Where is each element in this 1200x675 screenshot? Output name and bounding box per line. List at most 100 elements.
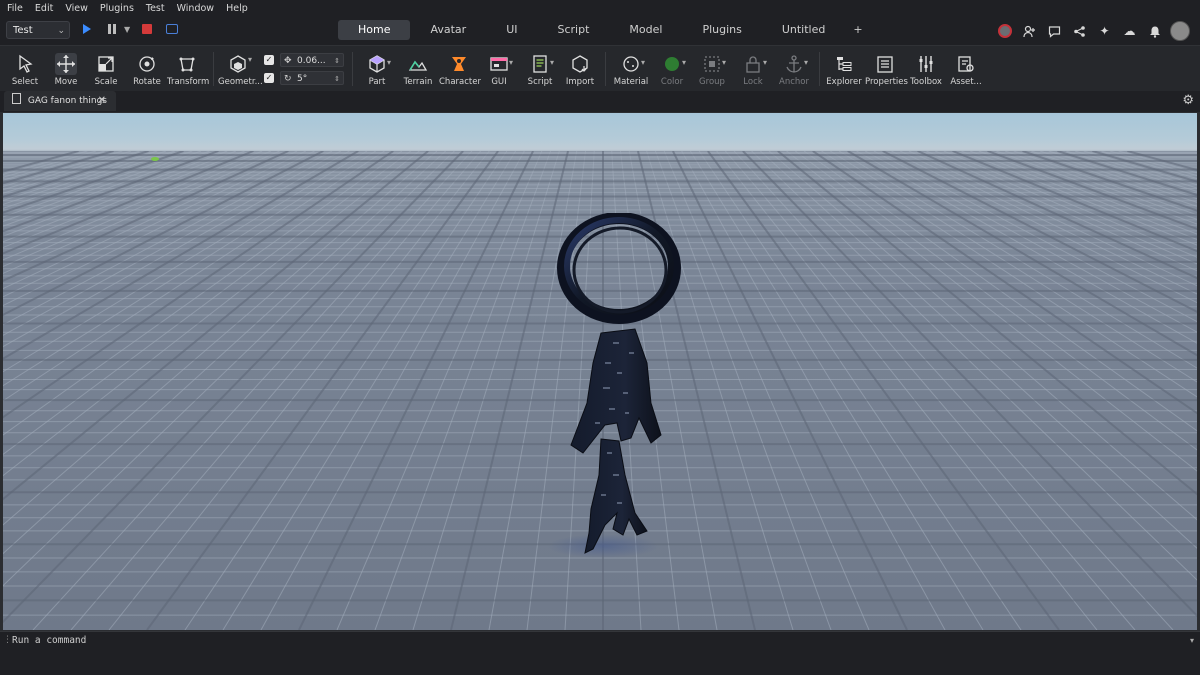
document-tab[interactable]: GAG fanon things ✕ — [4, 91, 116, 111]
tab-ui[interactable]: UI — [486, 20, 537, 40]
chevron-down-icon[interactable]: ▾ — [509, 58, 513, 67]
tab-model[interactable]: Model — [609, 20, 682, 40]
move-tool-button[interactable]: Move — [46, 51, 86, 91]
pause-icon[interactable] — [108, 24, 116, 34]
chevron-down-icon[interactable]: ▾ — [682, 58, 686, 67]
share-icon[interactable] — [1067, 20, 1092, 42]
menu-window[interactable]: Window — [171, 3, 220, 14]
asset-manager-button[interactable]: Asset... — [946, 51, 986, 91]
menu-file[interactable]: File — [0, 3, 29, 14]
document-tab-title: GAG fanon things — [27, 96, 107, 106]
chevron-down-icon[interactable]: ▾ — [550, 58, 554, 67]
material-button[interactable]: Material — [611, 51, 651, 91]
chevron-down-icon[interactable]: ▾ — [248, 55, 252, 64]
group-button[interactable]: Group — [692, 51, 732, 91]
ribbon-tabs: Home Avatar UI Script Model Plugins Unti… — [338, 20, 871, 42]
chevron-down-icon[interactable]: ▾ — [387, 58, 391, 67]
properties-button[interactable]: Properties — [865, 51, 908, 91]
chevron-down-icon[interactable]: ▾ — [1190, 636, 1194, 645]
chat-icon[interactable] — [1042, 20, 1067, 42]
import-icon — [572, 55, 588, 73]
tab-script[interactable]: Script — [538, 20, 610, 40]
select-tool-label: Select — [11, 77, 39, 87]
color-label: Color — [660, 77, 684, 87]
select-tool-button[interactable]: Select — [5, 51, 45, 91]
script-button[interactable]: Script — [520, 51, 560, 91]
color-button[interactable]: Color — [652, 51, 692, 91]
menu-view[interactable]: View — [59, 3, 94, 14]
transform-tool-button[interactable]: Transform — [167, 51, 210, 91]
close-icon[interactable]: ✕ — [98, 91, 106, 111]
tab-avatar[interactable]: Avatar — [410, 20, 486, 40]
tab-home[interactable]: Home — [338, 20, 411, 40]
geometry-cube-icon — [230, 55, 246, 73]
play-icon[interactable] — [83, 24, 91, 34]
chevron-down-icon[interactable]: ▾ — [763, 58, 767, 67]
gui-label: GUI — [491, 77, 507, 87]
part-label: Part — [368, 77, 386, 87]
rotate-increment-field[interactable]: ↻ 5° ⇕ — [280, 71, 344, 85]
top-bar: Test ⌄ ▼ Home Avatar UI Script Model Plu… — [0, 17, 1200, 45]
chevron-down-icon[interactable]: ▾ — [641, 58, 645, 67]
menu-plugins[interactable]: Plugins — [94, 3, 140, 14]
scale-tool-label: Scale — [94, 77, 118, 87]
cloud-icon[interactable]: ☁ — [1117, 20, 1142, 42]
tab-untitled[interactable]: Untitled — [762, 20, 846, 40]
move-snap-checkbox[interactable]: ✓ — [264, 55, 274, 65]
part-button[interactable]: Part — [357, 51, 397, 91]
scale-tool-button[interactable]: Scale — [86, 51, 126, 91]
divider — [819, 52, 820, 86]
terrain-button[interactable]: Terrain — [398, 51, 438, 91]
divider — [213, 52, 214, 86]
chevron-down-icon[interactable]: ▼ — [124, 25, 130, 34]
lock-label: Lock — [743, 77, 763, 87]
transform-tool-label: Transform — [167, 77, 210, 87]
menu-test[interactable]: Test — [140, 3, 171, 14]
drag-handle-icon[interactable]: ⋮ — [3, 635, 12, 645]
command-input[interactable]: Run a command — [12, 635, 86, 646]
part-cube-icon — [369, 55, 385, 73]
toolbox-button[interactable]: Toolbox — [906, 51, 946, 91]
add-friend-icon[interactable] — [1017, 20, 1042, 42]
menu-help[interactable]: Help — [220, 3, 254, 14]
3d-viewport[interactable] — [3, 113, 1197, 630]
anchor-button[interactable]: Anchor — [774, 51, 814, 91]
stick-figure-model[interactable] — [543, 213, 693, 563]
menu-bar: File Edit View Plugins Test Window Help — [0, 0, 1200, 17]
move-increment-field[interactable]: ✥ 0.06... ⇕ — [280, 53, 344, 67]
gui-button[interactable]: GUI — [479, 51, 519, 91]
import-label: Import — [565, 77, 595, 87]
record-button[interactable] — [992, 20, 1017, 42]
geometry-tool-label: Geometr... — [218, 77, 263, 87]
chevron-down-icon[interactable]: ▾ — [722, 58, 726, 67]
move-increment-value: 0.06... — [297, 56, 326, 66]
rotate-snap-checkbox[interactable]: ✓ — [264, 73, 274, 83]
rotate-tool-label: Rotate — [133, 77, 161, 87]
stop-icon[interactable] — [142, 24, 152, 34]
gear-icon[interactable]: ⚙ — [1182, 93, 1194, 108]
rotate-tool-button[interactable]: Rotate — [127, 51, 167, 91]
menu-edit[interactable]: Edit — [29, 3, 59, 14]
chevron-down-icon[interactable]: ▾ — [804, 58, 808, 67]
notifications-bell-icon[interactable] — [1142, 20, 1167, 42]
command-bar: ⋮ Run a command ▾ — [0, 631, 1200, 651]
user-avatar[interactable] — [1167, 20, 1192, 42]
stepper-icon[interactable]: ⇕ — [334, 72, 340, 86]
import-button[interactable]: Import — [560, 51, 600, 91]
terrain-label: Terrain — [403, 77, 433, 87]
add-tab-button[interactable]: + — [845, 20, 870, 40]
move-arrows-icon: ✥ — [284, 56, 292, 66]
assistant-sparkle-icon[interactable]: ✦ — [1092, 20, 1117, 42]
record-icon — [997, 24, 1012, 38]
character-button[interactable]: Character — [439, 51, 481, 91]
toolbox-label: Toolbox — [910, 77, 942, 87]
stepper-icon[interactable]: ⇕ — [334, 54, 340, 68]
status-bar — [0, 651, 1200, 675]
material-label: Material — [613, 77, 649, 87]
tab-plugins[interactable]: Plugins — [682, 20, 761, 40]
lock-button[interactable]: Lock — [733, 51, 773, 91]
explorer-button[interactable]: Explorer — [824, 51, 864, 91]
material-icon — [623, 56, 639, 72]
client-server-icon[interactable] — [166, 24, 178, 34]
mode-select[interactable]: Test ⌄ — [6, 21, 70, 39]
